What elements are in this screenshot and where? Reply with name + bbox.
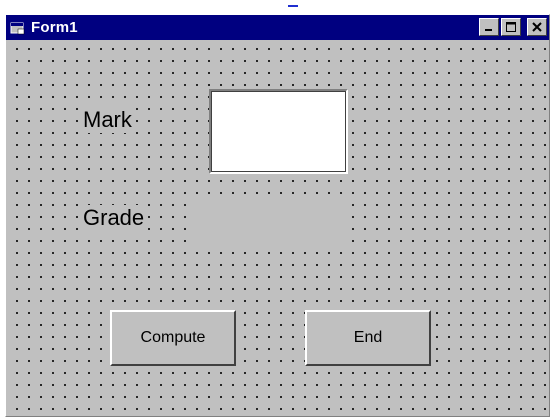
top-edge-marker: [288, 5, 298, 7]
grade-output: [187, 196, 342, 252]
form-design-surface: Mark Grade Compute End: [9, 41, 546, 413]
maximize-icon: [506, 22, 516, 32]
maximize-button[interactable]: [501, 18, 521, 36]
minimize-button[interactable]: [479, 18, 499, 36]
minimize-icon: [485, 29, 492, 31]
compute-button[interactable]: Compute: [110, 310, 236, 366]
form-window: Form1 Mark Grade Compute End: [5, 14, 550, 417]
title-bar[interactable]: Form1: [6, 15, 549, 40]
grade-label: Grade: [79, 205, 149, 231]
close-icon: [532, 22, 542, 32]
close-button[interactable]: [527, 18, 547, 36]
end-button-label: End: [353, 329, 383, 346]
mark-label: Mark: [79, 107, 136, 133]
mark-input[interactable]: [209, 89, 348, 174]
end-button[interactable]: End: [305, 310, 431, 366]
window-title: Form1: [31, 19, 78, 36]
form-icon: [10, 20, 26, 36]
compute-button-label: Compute: [140, 329, 206, 346]
